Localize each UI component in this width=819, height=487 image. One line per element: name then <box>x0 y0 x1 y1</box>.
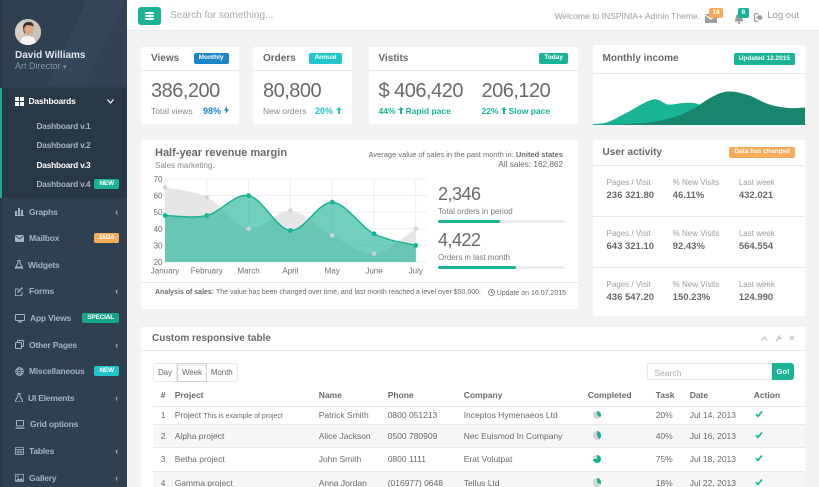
svg-text:40: 40 <box>154 225 163 234</box>
svg-text:70: 70 <box>154 175 163 184</box>
svg-text:30: 30 <box>154 241 163 250</box>
svg-text:50: 50 <box>154 208 163 217</box>
svg-text:July: July <box>409 267 423 276</box>
svg-text:March: March <box>237 267 259 276</box>
svg-text:June: June <box>365 267 383 276</box>
svg-text:60: 60 <box>154 192 163 201</box>
svg-text:April: April <box>282 267 298 276</box>
svg-text:May: May <box>325 267 340 276</box>
svg-text:January: January <box>151 267 179 276</box>
svg-text:February: February <box>191 267 223 276</box>
